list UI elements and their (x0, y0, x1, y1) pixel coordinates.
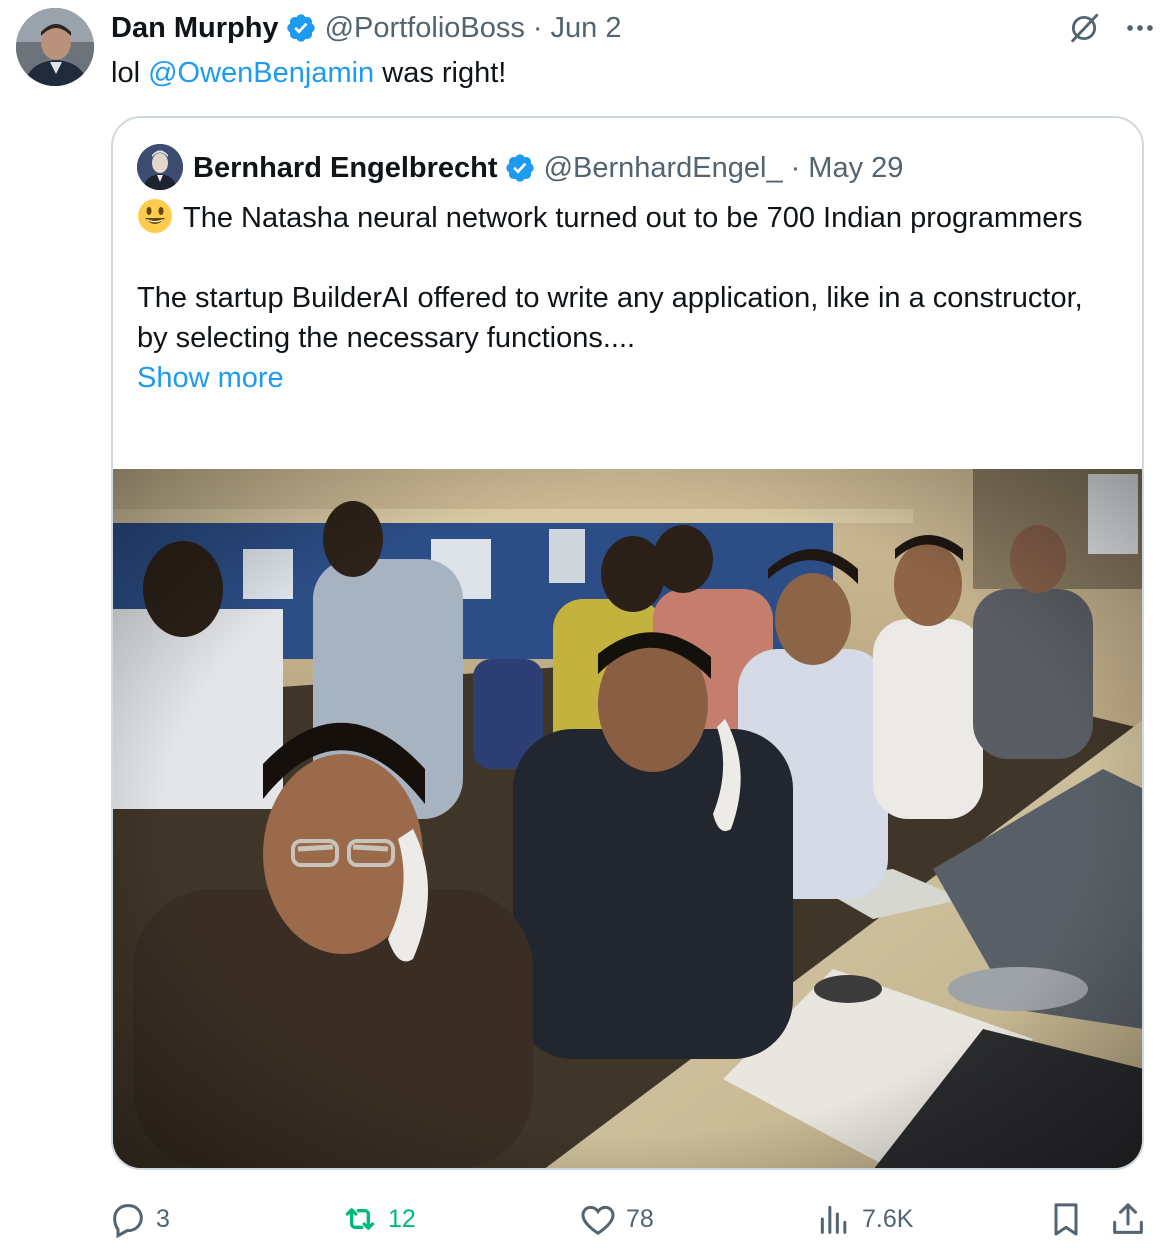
tweet-text: lol @OwenBenjamin was right! (111, 54, 506, 92)
action-bar: 3 12 78 7.6K (108, 1195, 1152, 1243)
quoted-text: The Natasha neural network turned out to… (137, 198, 1117, 398)
quoted-line-2: The startup BuilderAI offered to write a… (137, 282, 1083, 354)
bookmark-button[interactable] (1046, 1195, 1094, 1243)
repost-button[interactable]: 12 (340, 1195, 416, 1243)
tweet-text-suffix: was right! (374, 57, 507, 89)
tweet: Dan Murphy @PortfolioBoss · Jun 2 lol @O… (0, 0, 1172, 1252)
reply-icon (113, 1204, 143, 1239)
bookmark-icon (1054, 1203, 1078, 1236)
reply-button[interactable]: 3 (108, 1195, 170, 1243)
quoted-author-handle[interactable]: @BernhardEngel_ (544, 152, 783, 185)
view-count: 7.6K (862, 1204, 914, 1233)
quoted-date[interactable]: May 29 (808, 152, 903, 185)
quoted-photo[interactable] (113, 469, 1142, 1168)
views-icon (820, 1205, 847, 1234)
avatar[interactable] (16, 8, 94, 86)
quoted-header: Bernhard Engelbrecht @BernhardEngel_ · M… (193, 148, 903, 188)
top-actions (1066, 10, 1158, 46)
author-name[interactable]: Dan Murphy (111, 12, 279, 45)
show-more-link[interactable]: Show more (137, 362, 284, 394)
tweet-text-prefix: lol (111, 57, 149, 89)
tweet-date[interactable]: Jun 2 (551, 12, 622, 45)
quoted-line-1-text: The Natasha neural network turned out to… (183, 202, 1083, 234)
like-count: 78 (626, 1204, 654, 1233)
views-button[interactable]: 7.6K (814, 1195, 913, 1243)
share-icon (1113, 1203, 1143, 1234)
heart-icon (581, 1205, 615, 1235)
quoted-line-1: The Natasha neural network turned out to… (137, 198, 1117, 238)
verified-badge-icon (286, 14, 315, 42)
quoted-author-name[interactable]: Bernhard Engelbrecht (193, 152, 498, 185)
repost-count: 12 (388, 1204, 416, 1233)
grok-icon[interactable] (1066, 10, 1102, 46)
tweet-header: Dan Murphy @PortfolioBoss · Jun 2 (111, 8, 621, 48)
quoted-avatar[interactable] (137, 144, 183, 190)
reply-count: 3 (156, 1204, 170, 1233)
author-handle[interactable]: @PortfolioBoss (325, 12, 525, 45)
separator: · (532, 11, 543, 44)
mention-link[interactable]: @OwenBenjamin (148, 57, 374, 89)
verified-badge-icon (505, 154, 534, 182)
like-button[interactable]: 78 (578, 1195, 654, 1243)
smiling-face-emoji-icon (138, 199, 172, 233)
separator: · (790, 151, 801, 184)
share-button[interactable] (1108, 1195, 1156, 1243)
repost-icon (345, 1208, 375, 1230)
more-options-icon[interactable] (1122, 10, 1158, 46)
quoted-tweet[interactable]: Bernhard Engelbrecht @BernhardEngel_ · M… (111, 116, 1144, 1170)
